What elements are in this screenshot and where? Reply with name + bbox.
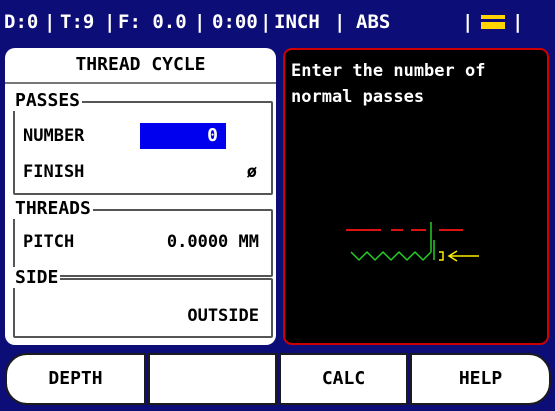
calc-softkey[interactable]: CALC — [279, 353, 408, 405]
thread-cycle-form: THREAD CYCLE PASSES NUMBER FINISH ø THRE… — [5, 48, 276, 345]
status-separator: | — [104, 11, 116, 33]
pitch-value[interactable]: 0.0000 MM — [115, 232, 259, 252]
thread-diagram — [346, 222, 479, 262]
status-separator: | — [194, 11, 206, 33]
help-softkey[interactable]: HELP — [410, 353, 551, 405]
side-legend: SIDE — [13, 267, 61, 288]
status-units: INCH — [274, 11, 320, 33]
status-tool: T:9 — [60, 11, 95, 33]
passes-legend: PASSES — [13, 90, 83, 111]
tool-bracket — [439, 251, 444, 261]
depth-softkey[interactable]: DEPTH — [5, 353, 146, 405]
finish-value[interactable]: ø — [205, 162, 257, 182]
status-separator: | — [334, 11, 346, 33]
tool-icon — [481, 15, 505, 29]
blank-softkey[interactable] — [148, 353, 277, 405]
form-title: THREAD CYCLE — [75, 54, 206, 75]
status-separator: | — [462, 11, 474, 33]
number-passes-input[interactable]: 0 — [140, 123, 226, 149]
status-stopwatch: 0:00 — [212, 11, 258, 33]
status-mode: ABS — [356, 11, 391, 33]
finish-label: FINISH — [23, 162, 85, 182]
threads-legend: THREADS — [13, 198, 93, 219]
number-label: NUMBER — [23, 126, 85, 146]
help-panel: Enter the number of normal passes — [283, 48, 549, 345]
thread-profile — [350, 250, 432, 262]
status-separator: | — [44, 11, 56, 33]
pitch-label: PITCH — [23, 232, 75, 252]
help-text: Enter the number of normal passes — [291, 61, 486, 107]
status-feedrate: F: 0.0 — [118, 11, 187, 33]
status-separator: | — [512, 11, 524, 33]
status-datum: D:0 — [4, 11, 39, 33]
side-value[interactable]: OUTSIDE — [115, 306, 259, 326]
status-separator: | — [260, 11, 272, 33]
status-bar: D:0 | T:9 | F: 0.0 | 0:00 | INCH | ABS |… — [0, 0, 555, 44]
dro-screen: D:0 | T:9 | F: 0.0 | 0:00 | INCH | ABS |… — [0, 0, 555, 411]
title-divider — [5, 82, 276, 84]
